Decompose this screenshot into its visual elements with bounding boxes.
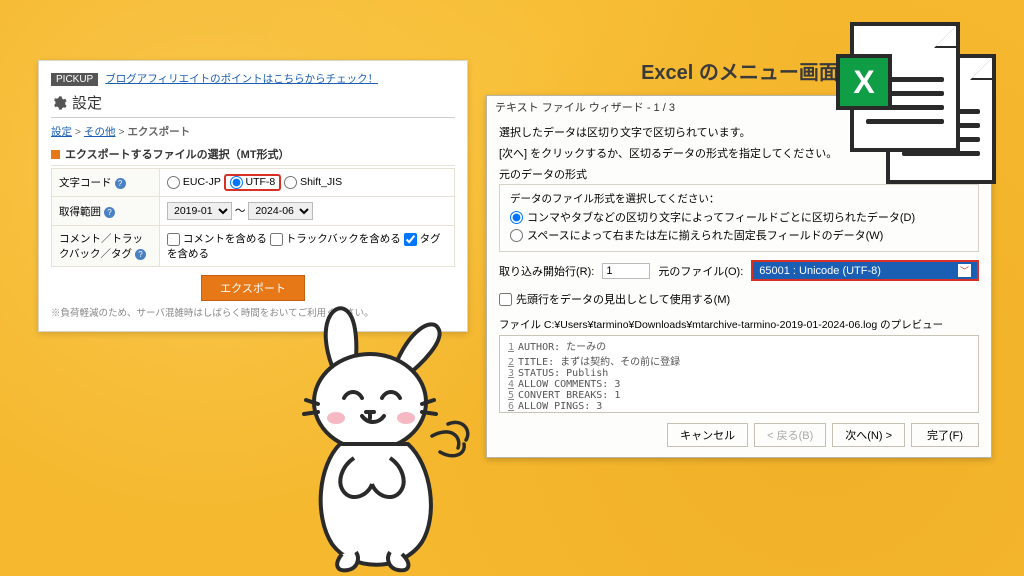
opt-comment[interactable]: コメントを含める (167, 233, 267, 245)
data-format-group: データのファイル形式を選択してください： コンマやタブなどの区切り文字によってフ… (499, 184, 979, 252)
settings-heading: 設定 (51, 92, 455, 118)
start-row-input[interactable] (602, 263, 650, 279)
opt-trackback[interactable]: トラックバックを含める (270, 233, 401, 245)
breadcrumb-other[interactable]: その他 (84, 126, 116, 138)
section-bar: エクスポートするファイルの選択（MT形式） (51, 143, 455, 166)
opt-comment-chk[interactable] (167, 233, 180, 246)
radio-fixed-input[interactable] (510, 229, 523, 242)
pickup-row: PICKUP ブログアフィリエイトのポイントはこちらからチェック！ (51, 71, 455, 86)
start-row-label: 取り込み開始行(R): (499, 263, 594, 279)
radio-delimited-input[interactable] (510, 211, 523, 224)
settings-label: 設定 (72, 92, 102, 113)
origin-label: 元のファイル(O): (658, 263, 743, 279)
origin-value: 65001 : Unicode (UTF-8) (759, 265, 881, 277)
next-button[interactable]: 次へ(N) > (832, 423, 905, 447)
gear-icon (51, 95, 67, 111)
charset-utf8-radio[interactable] (230, 176, 243, 189)
export-form-table: 文字コード? EUC-JP UTF-8 Shift_JIS 取得範囲? 2019… (51, 168, 455, 267)
table-row: 文字コード? EUC-JP UTF-8 Shift_JIS (52, 169, 455, 197)
export-button[interactable]: エクスポート (201, 275, 305, 301)
finish-button[interactable]: 完了(F) (911, 423, 979, 447)
preview-box[interactable]: 1AUTHOR: たーみの 2TITLE: まずは契約、その前に登録 3STAT… (499, 335, 979, 413)
range-from-select[interactable]: 2019-01 (167, 202, 232, 220)
bunny-mascot-illustration (262, 306, 492, 574)
opt-tag-chk[interactable] (404, 233, 417, 246)
fanblog-admin-panel: PICKUP ブログアフィリエイトのポイントはこちらからチェック！ 設定 設定 … (38, 60, 468, 332)
cancel-button[interactable]: キャンセル (667, 423, 748, 447)
range-to-select[interactable]: 2024-06 (248, 202, 313, 220)
dialog-buttons: キャンセル < 戻る(B) 次へ(N) > 完了(F) (499, 423, 979, 447)
help-icon[interactable]: ? (135, 249, 146, 260)
header-row-chk[interactable] (499, 293, 512, 306)
radio-fixed[interactable]: スペースによって右または左に揃えられた固定長フィールドのデータ(W) (510, 227, 968, 243)
excel-badge-icon: X (836, 54, 892, 110)
group-hint: データのファイル形式を選択してください： (510, 191, 968, 206)
help-icon[interactable]: ? (115, 178, 126, 189)
opt-trackback-chk[interactable] (270, 233, 283, 246)
row-charset-label: 文字コード (59, 177, 112, 189)
start-origin-row: 取り込み開始行(R): 元のファイル(O): 65001 : Unicode (… (499, 260, 979, 281)
header-row-check[interactable]: 先頭行をデータの見出しとして使用する(M) (499, 291, 979, 307)
charset-utf8-highlight: UTF-8 (224, 174, 282, 191)
dialog-title: テキスト ファイル ウィザード - 1 / 3 (495, 99, 675, 115)
chevron-down-icon: ﹀ (958, 264, 971, 277)
charset-utf8[interactable]: UTF-8 (230, 176, 276, 188)
range-sep: ～ (235, 205, 246, 217)
preview-label: ファイル C:¥Users¥tarmino¥Downloads¥mtarchiv… (499, 317, 979, 332)
radio-delimited[interactable]: コンマやタブなどの区切り文字によってフィールドごとに区切られたデータ(D) (510, 209, 968, 225)
breadcrumb-current: エクスポート (127, 126, 190, 138)
help-icon[interactable]: ? (104, 207, 115, 218)
charset-euc[interactable]: EUC-JP (167, 176, 221, 188)
charset-sjis[interactable]: Shift_JIS (284, 176, 342, 188)
row-opts-label: コメント／トラックバック／タグ (59, 233, 143, 260)
section-label: エクスポートするファイルの選択（MT形式） (65, 146, 290, 162)
origin-file-select[interactable]: 65001 : Unicode (UTF-8) ﹀ (751, 260, 979, 281)
square-bullet-icon (51, 150, 60, 159)
breadcrumb: 設定 > その他 > エクスポート (51, 124, 455, 139)
excel-file-illustration: X (836, 18, 1006, 188)
table-row: コメント／トラックバック／タグ? コメントを含める トラックバックを含める タグ… (52, 226, 455, 267)
table-row: 取得範囲? 2019-01 ～ 2024-06 (52, 197, 455, 226)
charset-euc-radio[interactable] (167, 176, 180, 189)
pickup-link[interactable]: ブログアフィリエイトのポイントはこちらからチェック！ (105, 73, 378, 85)
charset-sjis-radio[interactable] (284, 176, 297, 189)
back-button[interactable]: < 戻る(B) (754, 423, 826, 447)
row-range-label: 取得範囲 (59, 206, 101, 218)
breadcrumb-settings[interactable]: 設定 (51, 126, 72, 138)
pickup-badge: PICKUP (51, 73, 98, 86)
